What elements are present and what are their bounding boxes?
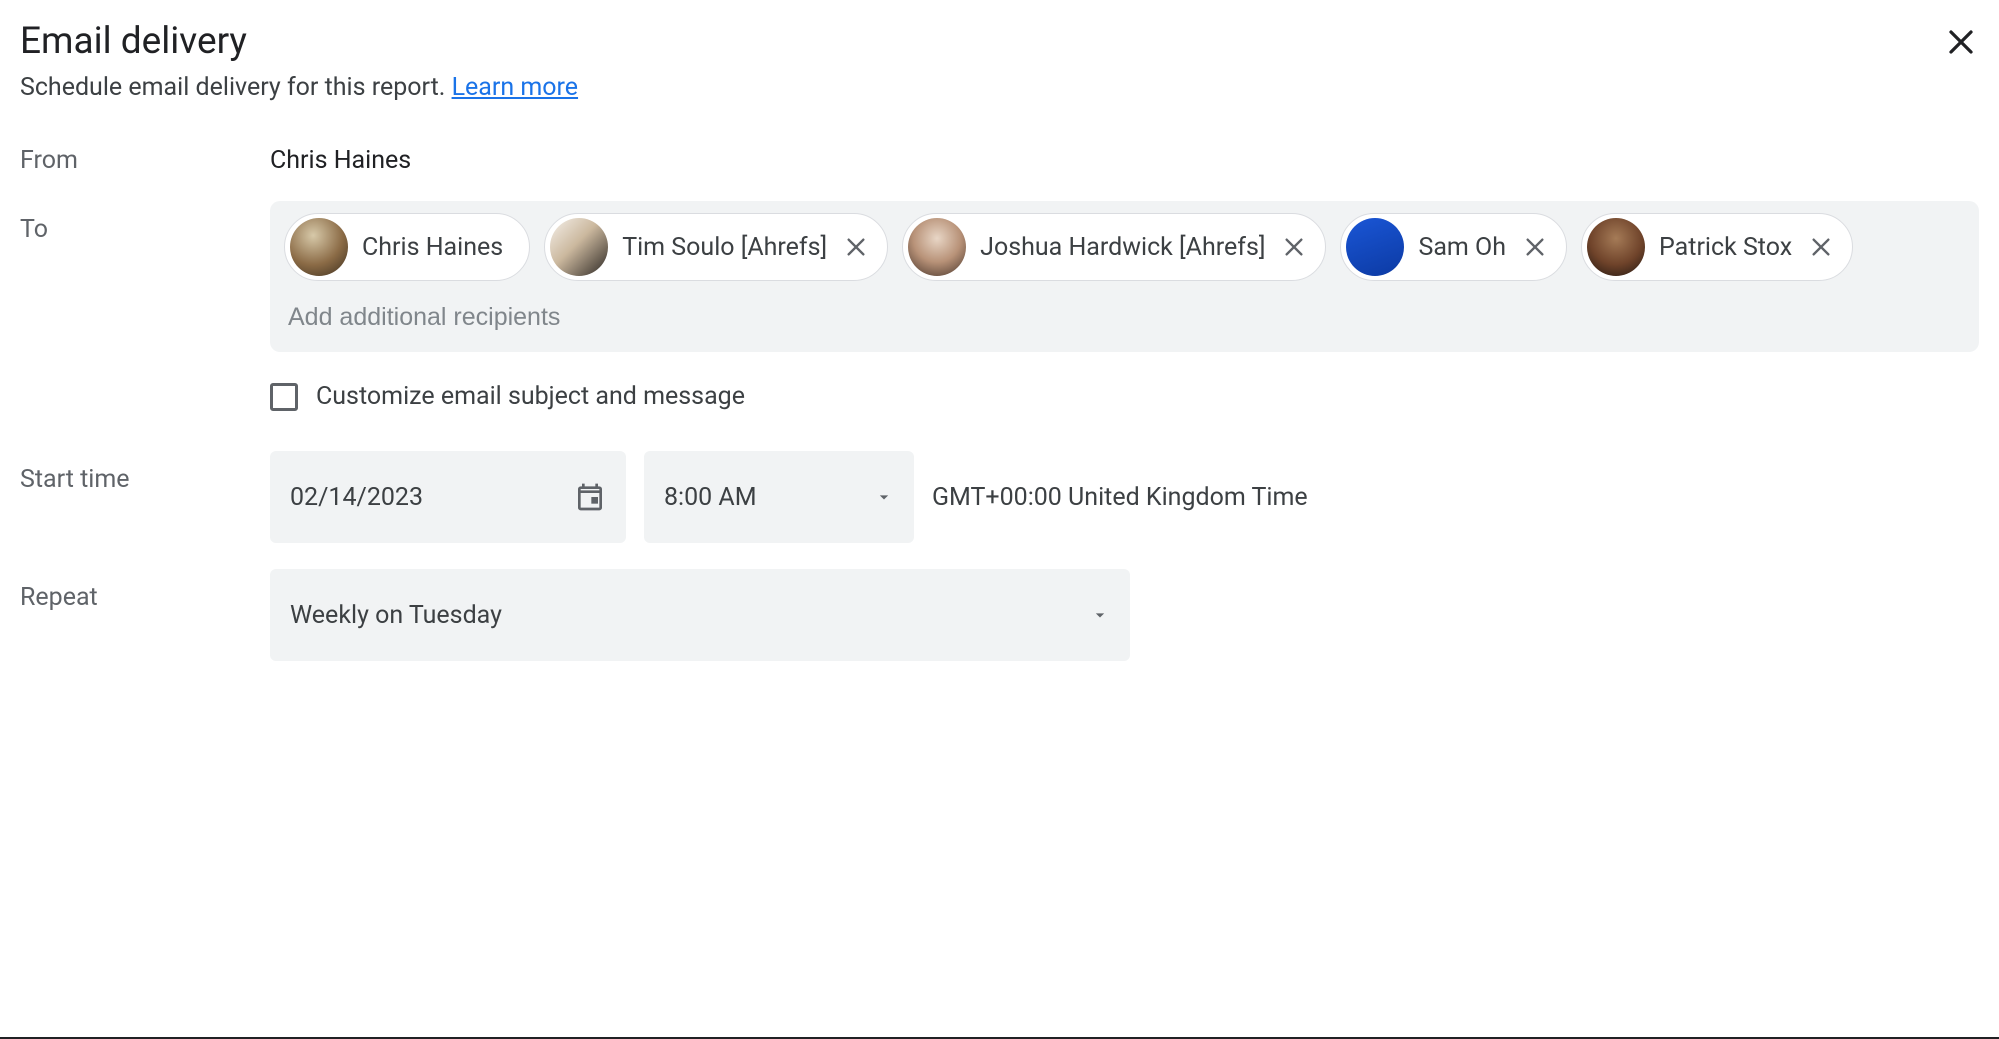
calendar-icon bbox=[574, 481, 606, 513]
close-icon bbox=[1810, 236, 1832, 258]
recipient-chip[interactable]: Sam Oh bbox=[1340, 213, 1567, 281]
recipient-chip[interactable]: Tim Soulo [Ahrefs] bbox=[544, 213, 888, 281]
from-row: From Chris Haines bbox=[20, 132, 1979, 175]
to-label: To bbox=[20, 201, 270, 244]
customize-checkbox[interactable] bbox=[270, 383, 298, 411]
close-icon bbox=[1524, 236, 1546, 258]
repeat-label: Repeat bbox=[20, 569, 270, 612]
start-time-label: Start time bbox=[20, 451, 270, 494]
remove-recipient-button[interactable] bbox=[1279, 232, 1309, 262]
dialog-title: Email delivery bbox=[20, 20, 1943, 63]
close-button[interactable] bbox=[1943, 20, 1979, 56]
repeat-field[interactable]: Weekly on Tuesday bbox=[270, 569, 1130, 661]
recipient-name: Sam Oh bbox=[1418, 233, 1506, 262]
start-date-field[interactable]: 02/14/2023 bbox=[270, 451, 626, 543]
subtitle-text: Schedule email delivery for this report. bbox=[20, 73, 452, 102]
start-date-value: 02/14/2023 bbox=[290, 483, 423, 512]
recipients-container[interactable]: Chris Haines Tim Soulo [Ahrefs] Joshua H… bbox=[270, 201, 1979, 352]
from-label: From bbox=[20, 132, 270, 175]
timezone-text: GMT+00:00 United Kingdom Time bbox=[932, 483, 1308, 512]
avatar bbox=[550, 218, 608, 276]
remove-recipient-button[interactable] bbox=[841, 232, 871, 262]
learn-more-link[interactable]: Learn more bbox=[452, 73, 578, 102]
to-row: To Chris Haines Tim Soulo [Ahrefs] Joshu… bbox=[20, 201, 1979, 352]
customize-label: Customize email subject and message bbox=[316, 382, 745, 411]
start-time-field[interactable]: 8:00 AM bbox=[644, 451, 914, 543]
avatar bbox=[290, 218, 348, 276]
recipient-name: Joshua Hardwick [Ahrefs] bbox=[980, 233, 1265, 262]
avatar bbox=[908, 218, 966, 276]
avatar bbox=[1346, 218, 1404, 276]
start-time-value: 8:00 AM bbox=[664, 483, 757, 512]
dropdown-icon bbox=[874, 487, 894, 507]
recipient-chip[interactable]: Joshua Hardwick [Ahrefs] bbox=[902, 213, 1326, 281]
customize-row: Customize email subject and message bbox=[270, 382, 1979, 411]
dialog-header: Email delivery Schedule email delivery f… bbox=[20, 20, 1979, 102]
recipient-chip[interactable]: Chris Haines bbox=[284, 213, 530, 281]
remove-recipient-button[interactable] bbox=[1520, 232, 1550, 262]
close-icon bbox=[845, 236, 867, 258]
repeat-row: Repeat Weekly on Tuesday bbox=[20, 569, 1979, 661]
recipient-name: Tim Soulo [Ahrefs] bbox=[622, 233, 827, 262]
start-time-fields: 02/14/2023 8:00 AM GMT+00:00 United King… bbox=[270, 451, 1308, 543]
from-value: Chris Haines bbox=[270, 132, 411, 175]
remove-recipient-button[interactable] bbox=[1806, 232, 1836, 262]
recipient-name: Patrick Stox bbox=[1659, 233, 1792, 262]
recipient-name: Chris Haines bbox=[362, 233, 503, 262]
repeat-value: Weekly on Tuesday bbox=[290, 601, 502, 630]
close-icon bbox=[1946, 27, 1976, 57]
header-text: Email delivery Schedule email delivery f… bbox=[20, 20, 1943, 102]
dropdown-icon bbox=[1090, 605, 1110, 625]
avatar bbox=[1587, 218, 1645, 276]
start-time-row: Start time 02/14/2023 8:00 AM GMT+00:00 … bbox=[20, 451, 1979, 543]
add-recipients-input[interactable] bbox=[284, 295, 1965, 340]
close-icon bbox=[1283, 236, 1305, 258]
dialog-subtitle: Schedule email delivery for this report.… bbox=[20, 73, 1943, 102]
recipient-chip[interactable]: Patrick Stox bbox=[1581, 213, 1853, 281]
